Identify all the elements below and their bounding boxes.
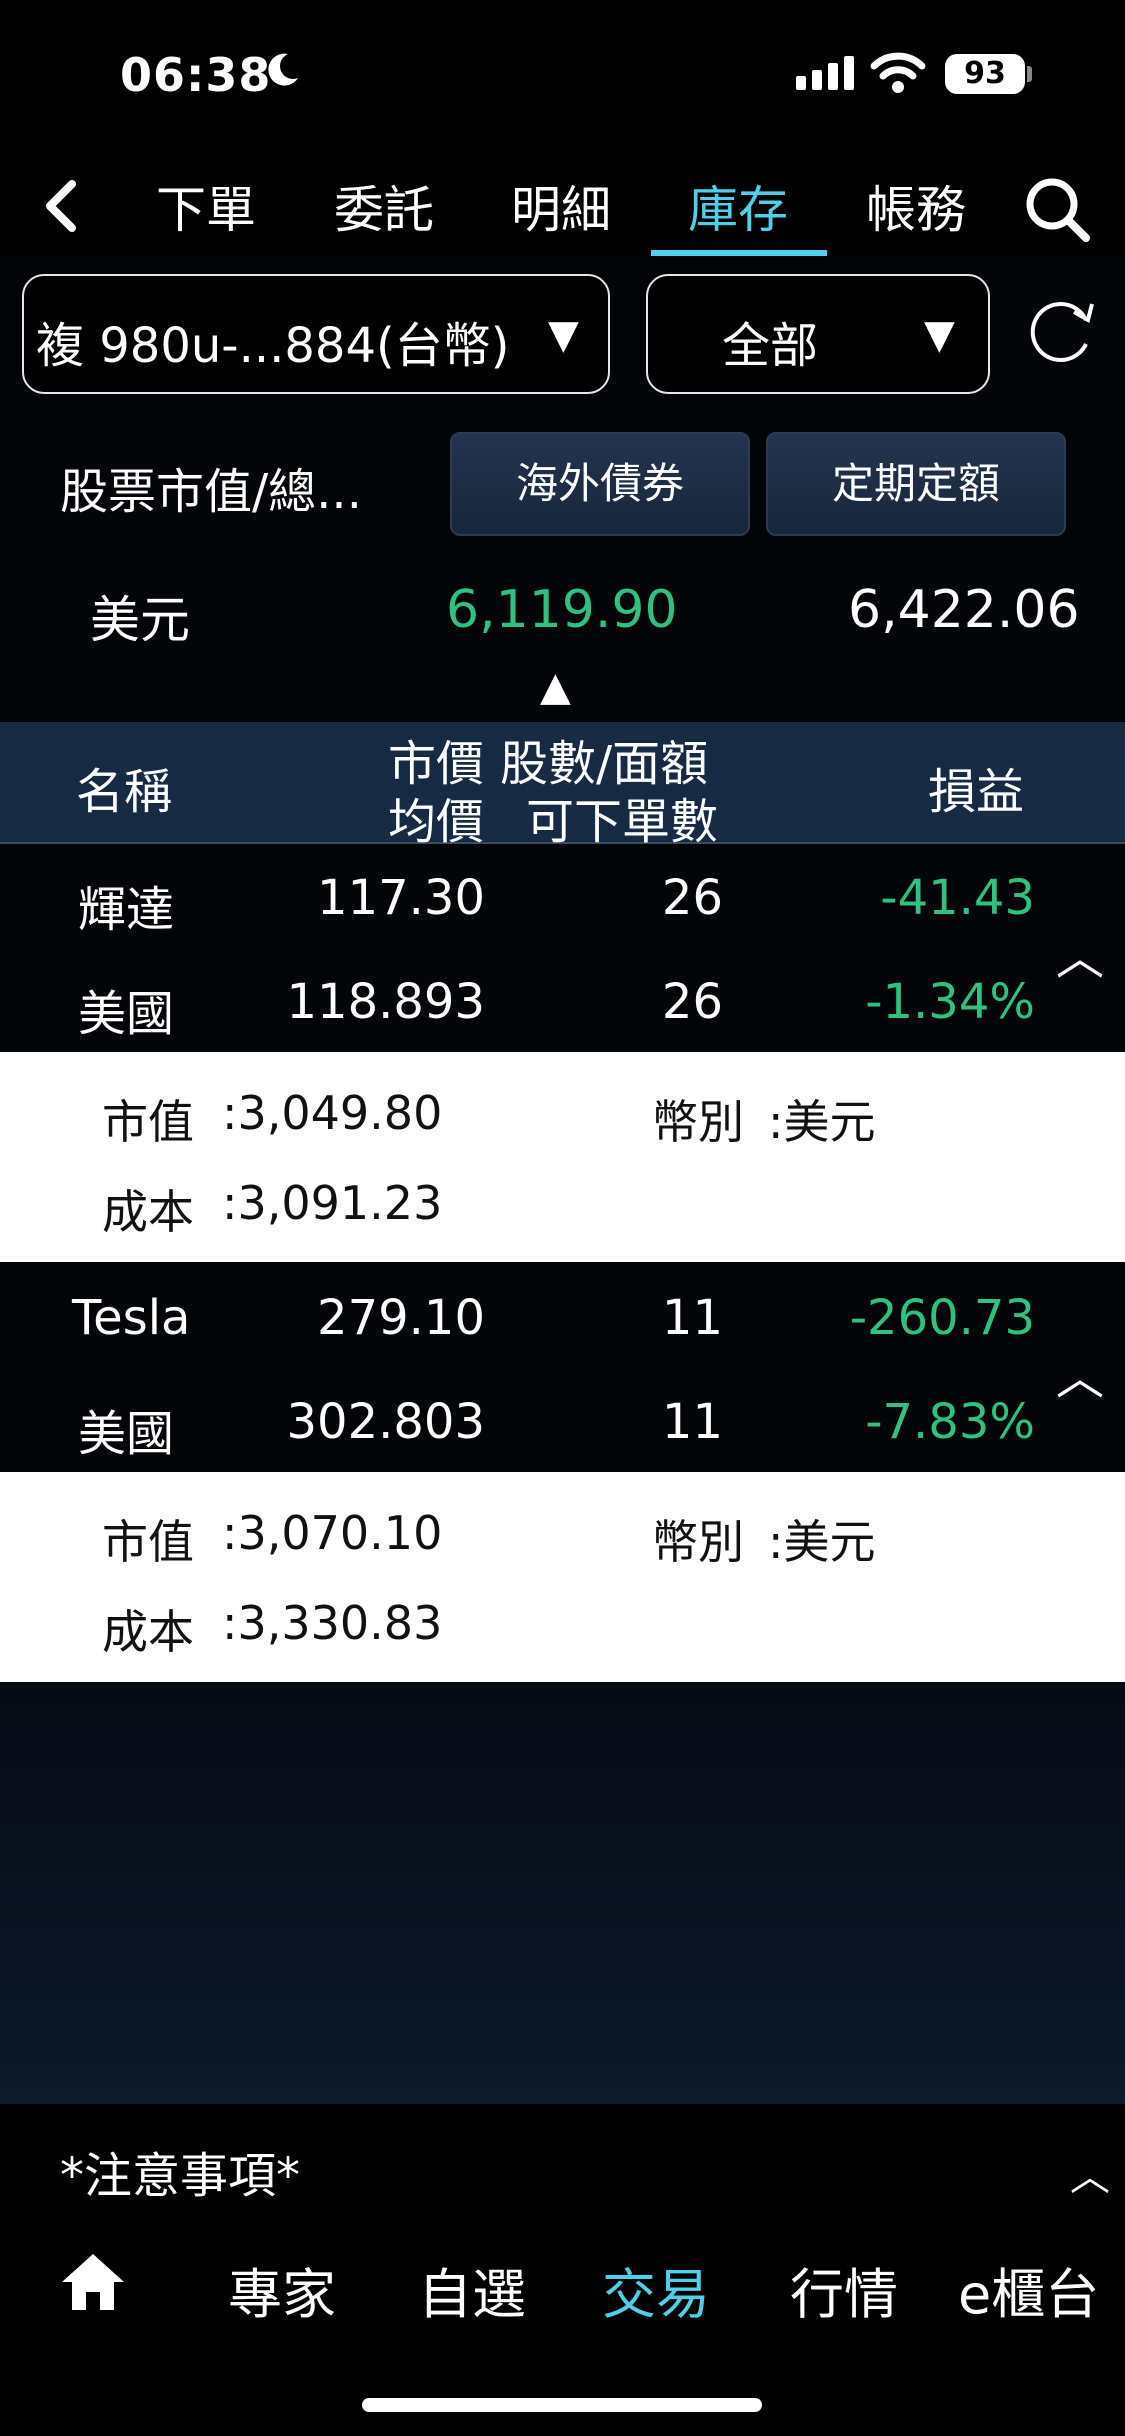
header-avg: 均價: [388, 794, 485, 850]
table-header: 名稱 市價 股數/面額 均價 可下單數 損益: [0, 722, 1125, 850]
empty-area: [0, 1682, 1125, 2104]
stock-market: 美國: [78, 1406, 175, 1462]
wifi-icon: [870, 52, 926, 93]
cost-label: 成本: [102, 1605, 194, 1659]
currency-label: 幣別: [652, 1095, 744, 1149]
stock-orderable: 26: [661, 974, 723, 1030]
search-icon[interactable]: [1020, 172, 1094, 246]
regular-investment-button[interactable]: 定期定額: [766, 432, 1066, 536]
account-label: 複 980u-...884(台幣): [36, 318, 510, 374]
nav-quotes[interactable]: 行情: [790, 2250, 898, 2329]
collapse-triangle-icon[interactable]: ▲: [540, 664, 571, 710]
mkt-value: :3,070.10: [222, 1506, 443, 1560]
mkt-value: :3,049.80: [222, 1086, 443, 1140]
stock-pnl-pct: -1.34%: [865, 974, 1035, 1030]
cost-value: :3,330.83: [222, 1596, 443, 1650]
currency-label: 美元: [90, 591, 190, 649]
stock-shares: 11: [661, 1290, 723, 1346]
detail-panel: 市值 :3,049.80 成本 :3,091.23 幣別 :美元: [0, 1052, 1125, 1262]
stock-avg: 302.803: [286, 1394, 486, 1450]
dropdown-arrow-icon: ▼: [924, 312, 955, 358]
mkt-value-label: 市值: [102, 1095, 194, 1149]
tab-accounts[interactable]: 帳務: [836, 170, 996, 242]
nav-trade[interactable]: 交易: [602, 2250, 710, 2329]
nav-expert[interactable]: 專家: [228, 2250, 336, 2329]
tab-details[interactable]: 明細: [481, 170, 641, 242]
cost-label: 成本: [102, 1185, 194, 1239]
stock-name: 輝達: [78, 882, 175, 938]
filter-label: 全部: [722, 318, 819, 374]
stock-price: 117.30: [317, 870, 485, 926]
account-dropdown[interactable]: 複 980u-...884(台幣) ▼: [22, 274, 610, 394]
stock-market: 美國: [78, 986, 175, 1042]
stock-price: 279.10: [317, 1290, 485, 1346]
nav-ecounter[interactable]: e櫃台: [958, 2250, 1099, 2329]
chevron-up-icon[interactable]: ︿: [1070, 2144, 1110, 2202]
nav-watchlist[interactable]: 自選: [418, 2250, 526, 2329]
status-time: 06:38: [120, 48, 272, 102]
header-orderable: 可下單數: [526, 794, 719, 850]
table-row[interactable]: Tesla 美國 279.10 302.803 11 11 -260.73 -7…: [0, 1266, 1125, 1476]
tab-bar: 下單 委託 明細 庫存 帳務: [0, 160, 1125, 256]
currency-value: :美元: [768, 1515, 876, 1569]
header-name: 名稱: [76, 764, 173, 820]
chevron-up-icon[interactable]: ︿: [1056, 918, 1104, 988]
detail-panel: 市值 :3,070.10 成本 :3,330.83 幣別 :美元: [0, 1472, 1125, 1682]
dropdown-arrow-icon: ▼: [548, 312, 579, 358]
home-icon[interactable]: [60, 2250, 126, 2312]
refresh-icon[interactable]: [1020, 292, 1100, 372]
filter-dropdown[interactable]: 全部 ▼: [646, 274, 990, 394]
stock-orderable: 11: [661, 1394, 723, 1450]
chevron-up-icon[interactable]: ︿: [1056, 1338, 1104, 1408]
header-pnl: 損益: [928, 764, 1025, 820]
moon-icon: [268, 53, 298, 86]
mkt-value-label: 市值: [102, 1515, 194, 1569]
signal-icon: [796, 56, 860, 90]
stock-avg: 118.893: [286, 974, 486, 1030]
cost-value: :3,091.23: [222, 1176, 443, 1230]
home-indicator[interactable]: [362, 2398, 762, 2412]
stock-name: Tesla: [72, 1290, 191, 1346]
stock-pnl: -41.43: [880, 870, 1035, 926]
table-row[interactable]: 輝達 美國 117.30 118.893 26 26 -41.43 -1.34%…: [0, 846, 1125, 1056]
tab-order[interactable]: 下單: [126, 170, 286, 242]
tab-inventory[interactable]: 庫存: [658, 170, 818, 242]
currency-label: 幣別: [652, 1515, 744, 1569]
notice-label: *注意事項*: [60, 2148, 301, 2204]
currency-value: :美元: [768, 1095, 876, 1149]
battery-cap: [1027, 66, 1032, 82]
stock-shares: 26: [661, 870, 723, 926]
summary-label: 股票市值/總...: [60, 464, 362, 520]
battery-level: 93: [945, 54, 1025, 94]
total-cost: 6,422.06: [848, 580, 1080, 640]
stock-pnl-pct: -7.83%: [865, 1394, 1035, 1450]
market-value: 6,119.90: [446, 580, 678, 640]
stock-pnl: -260.73: [849, 1290, 1035, 1346]
tab-entrust[interactable]: 委託: [304, 170, 464, 242]
overseas-bonds-button[interactable]: 海外債券: [450, 432, 750, 536]
